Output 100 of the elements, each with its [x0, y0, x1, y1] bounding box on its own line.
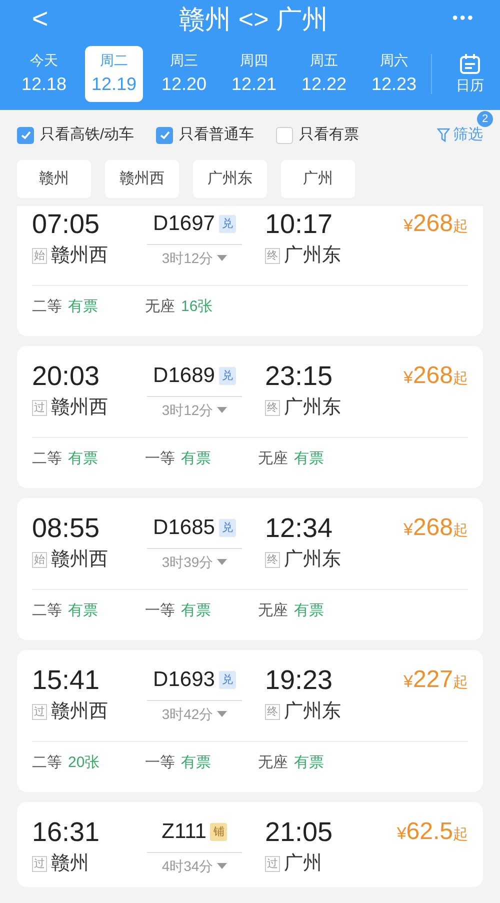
- ticket-badge: 兑: [218, 366, 236, 386]
- station-tag: 终: [265, 552, 280, 568]
- station-chip[interactable]: 赣州西: [105, 160, 179, 198]
- seat-availability: 有票: [68, 448, 98, 469]
- seat-availability: 16张: [181, 296, 213, 317]
- station-tag: 过: [32, 704, 47, 720]
- departure-time: 16:31: [32, 816, 101, 849]
- seat-class: 二等: [32, 448, 62, 469]
- seat-class: 无座: [258, 448, 288, 469]
- departure-time: 20:03: [32, 360, 101, 393]
- arrival-station: 广州东: [284, 548, 341, 572]
- caret-icon: [217, 558, 228, 566]
- station-tag: 终: [265, 400, 280, 416]
- duration-toggle[interactable]: 4时34分: [162, 856, 228, 876]
- seat-availability: 有票: [181, 752, 211, 773]
- train-card[interactable]: 08:55 D1685 兑 12:34 ¥268起 始 赣州西 3时39分 终 广州东 二等 有票 一等 有票 无座 有票: [17, 498, 483, 640]
- ticket-badge: 兑: [218, 670, 236, 690]
- date-tab[interactable]: 周二 12.19: [85, 46, 143, 102]
- date-tab[interactable]: 周四 12.21: [225, 46, 283, 102]
- arrival-time: 19:23: [265, 664, 334, 697]
- back-button[interactable]: <: [25, 0, 55, 40]
- station-tag: 过: [32, 856, 47, 872]
- departure-station: 赣州: [51, 852, 89, 876]
- caret-icon: [217, 862, 228, 870]
- train-number: D1689: [153, 363, 215, 390]
- duration-toggle[interactable]: 3时42分: [162, 704, 228, 724]
- seat-availability: 有票: [294, 600, 324, 621]
- caret-icon: [217, 254, 228, 262]
- seat-availability: 有票: [181, 600, 211, 621]
- filter-label: 只看普通车: [179, 124, 254, 145]
- departure-time: 07:05: [32, 208, 101, 241]
- departure-time: 15:41: [32, 664, 101, 697]
- filter-icon: [437, 128, 450, 142]
- more-button[interactable]: •••: [452, 7, 475, 31]
- date-tab[interactable]: 周六 12.23: [365, 46, 423, 102]
- arrival-time: 10:17: [265, 208, 334, 241]
- train-number: D1693: [153, 667, 215, 694]
- seat-availability: 有票: [181, 448, 211, 469]
- seat-class: 无座: [258, 752, 288, 773]
- price: ¥227起: [403, 665, 468, 695]
- seat-class: 二等: [32, 752, 62, 773]
- station-tag: 始: [32, 552, 47, 568]
- checkbox[interactable]: [17, 126, 34, 144]
- arrival-time: 21:05: [265, 816, 334, 849]
- seat-class: 无座: [145, 296, 175, 317]
- date-tab[interactable]: 周五 12.22: [295, 46, 353, 102]
- station-tag: 过: [265, 856, 280, 872]
- date-tab[interactable]: 今天 12.18: [15, 46, 73, 102]
- calendar-icon: [459, 52, 481, 74]
- departure-station: 赣州西: [51, 396, 108, 420]
- arrival-station: 广州东: [284, 700, 341, 724]
- seat-class: 二等: [32, 296, 62, 317]
- train-number: D1685: [153, 515, 215, 542]
- seat-class: 无座: [258, 600, 288, 621]
- seat-availability: 有票: [294, 752, 324, 773]
- caret-icon: [217, 406, 228, 414]
- train-number: Z111: [162, 819, 206, 846]
- departure-station: 赣州西: [51, 700, 108, 724]
- arrival-station: 广州东: [284, 244, 341, 268]
- filter-label: 只看有票: [299, 124, 360, 145]
- station-chip[interactable]: 赣州: [17, 160, 91, 198]
- departure-time: 08:55: [32, 512, 101, 545]
- train-card[interactable]: 07:05 D1697 兑 10:17 ¥268起 始 赣州西 3时12分 终 广州东 二等 有票 无座 16张: [17, 206, 483, 336]
- station-tag: 终: [265, 248, 280, 264]
- seat-class: 二等: [32, 600, 62, 621]
- check-icon: [20, 129, 32, 141]
- train-card[interactable]: 16:31 Z111 铺 21:05 ¥62.5起 过 赣州 4时34分 过 广州: [17, 802, 483, 887]
- seat-class: 一等: [145, 600, 175, 621]
- price: ¥268起: [403, 361, 468, 391]
- train-number: D1697: [153, 211, 215, 238]
- price: ¥268起: [403, 209, 468, 239]
- price: ¥62.5起: [396, 817, 468, 847]
- filter-label: 只看高铁/动车: [40, 124, 134, 145]
- duration-toggle[interactable]: 3时12分: [162, 400, 228, 420]
- ticket-badge: 铺: [210, 822, 228, 842]
- date-tab[interactable]: 周三 12.20: [155, 46, 213, 102]
- train-card[interactable]: 20:03 D1689 兑 23:15 ¥268起 过 赣州西 3时12分 终 广州东 二等 有票 一等 有票 无座 有票: [17, 346, 483, 488]
- ticket-badge: 兑: [218, 518, 236, 538]
- duration-toggle[interactable]: 3时12分: [162, 248, 228, 268]
- train-card[interactable]: 15:41 D1693 兑 19:23 ¥227起 过 赣州西 3时42分 终 广州东 二等 20张 一等 有票 无座 有票: [17, 650, 483, 792]
- calendar-button[interactable]: 日历: [456, 52, 484, 96]
- departure-station: 赣州西: [51, 244, 108, 268]
- seat-availability: 有票: [68, 600, 98, 621]
- ticket-badge: 兑: [218, 214, 236, 234]
- price: ¥268起: [403, 513, 468, 543]
- count-badge: 2: [477, 110, 493, 127]
- checkbox[interactable]: [156, 126, 174, 144]
- arrival-time: 12:34: [265, 512, 334, 545]
- station-chip[interactable]: 广州东: [193, 160, 267, 198]
- seat-availability: 有票: [68, 296, 98, 317]
- duration-toggle[interactable]: 3时39分: [162, 552, 228, 572]
- arrival-station: 广州: [284, 852, 322, 876]
- page-title: 赣州 <> 广州: [178, 2, 329, 36]
- seat-class: 一等: [145, 752, 175, 773]
- checkbox[interactable]: [276, 126, 294, 144]
- station-chip[interactable]: 广州: [281, 160, 355, 198]
- station-tag: 过: [32, 400, 47, 416]
- departure-station: 赣州西: [51, 548, 108, 572]
- seat-class: 一等: [145, 448, 175, 469]
- arrival-time: 23:15: [265, 360, 334, 393]
